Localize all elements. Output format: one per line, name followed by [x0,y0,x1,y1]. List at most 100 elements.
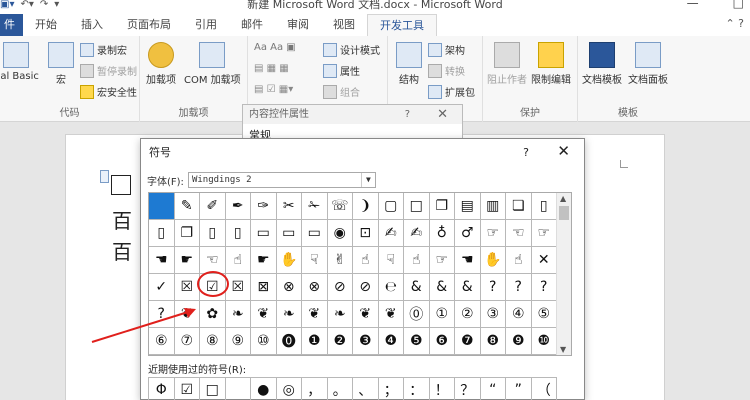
symbol-cell[interactable]: ▭ [251,220,277,247]
restrict-editing-button[interactable]: 限制编辑 [531,42,571,86]
tab-layout[interactable]: 页面布局 [115,14,183,36]
symbol-cell[interactable]: ☛ [174,247,200,274]
symbol-cell[interactable]: ? [531,274,557,301]
symbol-cell[interactable]: ✋ [276,247,302,274]
symbol-cell[interactable]: ▤ [455,193,481,220]
symbol-cell[interactable]: ⊠ [251,274,277,301]
scroll-up-icon[interactable]: ▲ [560,194,566,203]
symbol-cell[interactable]: ⓪ [404,301,430,328]
recent-symbol-cell[interactable]: ● [251,378,277,400]
symbol-cell[interactable]: ▭ [276,220,302,247]
addins-button[interactable]: 加载项 [146,42,176,86]
text-controls-row[interactable]: Aa Aa ▣ [254,42,296,53]
symbol-cell[interactable]: & [455,274,481,301]
symbol-cell[interactable]: ✎ [174,193,200,220]
symbol-cell[interactable]: ② [455,301,481,328]
symbol-cell[interactable]: ℮ [378,274,404,301]
recent-symbol-cell[interactable]: □ [200,378,226,400]
symbol-cell[interactable]: ? [480,274,506,301]
symbol-cell[interactable]: ✒ [225,193,251,220]
symbol-cell[interactable]: ✍ [378,220,404,247]
symbol-cell[interactable]: ☞ [480,220,506,247]
symbol-cell[interactable]: ✂ [276,193,302,220]
symbol-cell[interactable]: ☛ [251,247,277,274]
recent-symbol-cell[interactable]: ◎ [277,378,302,400]
symbol-cell[interactable]: ✌ [327,247,353,274]
symbol-cell[interactable]: ♁ [429,220,455,247]
macro-security-button[interactable]: 宏安全性 [80,84,137,99]
close-icon[interactable]: ✕ [557,138,570,165]
design-mode-button[interactable]: 设计模式 [323,42,380,57]
document-panel-button[interactable]: 文档面板 [628,42,668,86]
symbol-cell[interactable]: ❩ [353,193,379,220]
symbol-cell[interactable]: ① [429,301,455,328]
symbol-cell[interactable]: ▢ [378,193,404,220]
symbol-cell[interactable]: ❾ [506,328,532,355]
block-authors-button[interactable]: 阻止作者 [487,42,527,86]
content-control-handle[interactable] [100,170,109,183]
symbol-cell[interactable]: ❐ [429,193,455,220]
symbol-cell[interactable]: ❦ [353,301,379,328]
symbol-cell[interactable]: ☝ [353,247,379,274]
recent-symbol-cell[interactable]: ！ [430,378,455,400]
symbol-cell[interactable]: ❼ [455,328,481,355]
symbol-cell[interactable]: & [429,274,455,301]
symbol-cell[interactable]: ❦ [251,301,277,328]
symbol-cell[interactable]: ✕ [531,247,557,274]
symbol-cell[interactable]: ❸ [353,328,379,355]
symbol-cell[interactable]: ⑥ [149,328,175,355]
symbol-cell[interactable]: ☜ [506,220,532,247]
symbol-cell[interactable]: ☏ [327,193,353,220]
symbol-cell[interactable]: ❶ [302,328,328,355]
recent-symbol-cell[interactable]: ； [379,378,404,400]
symbol-cell[interactable]: ❦ [174,301,200,328]
symbol-cell[interactable]: ☝ [225,247,251,274]
tab-review[interactable]: 审阅 [275,14,321,36]
scroll-down-icon[interactable]: ▼ [560,345,566,354]
symbol-cell[interactable]: ❿ [531,328,557,355]
checkbox-content-control[interactable] [111,175,131,195]
symbol-cell[interactable]: ▭ [302,220,328,247]
symbol-cell[interactable]: ⊡ [353,220,379,247]
symbol-cell[interactable]: ❧ [276,301,302,328]
symbol-cell[interactable]: ✍ [404,220,430,247]
symbol-cell[interactable]: ⓿ [276,328,302,355]
symbol-cell[interactable]: ③ [480,301,506,328]
symbol-cell[interactable]: ❷ [327,328,353,355]
recent-symbol-cell[interactable]: 。 [328,378,353,400]
recent-symbol-cell[interactable]: ☑ [175,378,200,400]
group-button[interactable]: 组合 [323,84,360,99]
structure-button[interactable]: 结构 [396,42,422,86]
symbol-cell[interactable]: ⊗ [276,274,302,301]
recent-symbol-cell[interactable] [226,378,251,400]
symbol-cell[interactable]: ✑ [251,193,277,220]
symbol-cell[interactable]: ❽ [480,328,506,355]
symbol-cell[interactable]: ▯ [531,193,557,220]
symbol-cell[interactable]: ♂ [455,220,481,247]
symbol-cell[interactable]: ✿ [200,301,226,328]
tab-mailings[interactable]: 邮件 [229,14,275,36]
recent-symbol-cell[interactable]: Φ [149,378,175,400]
close-icon[interactable]: ✕ [437,105,448,124]
symbol-cell[interactable]: ⑧ [200,328,226,355]
symbol-cell[interactable]: ▥ [480,193,506,220]
symbol-cell[interactable]: ❦ [302,301,328,328]
macro-button[interactable]: 宏 [48,42,74,86]
scroll-thumb[interactable] [559,206,569,220]
recent-symbol-cell[interactable]: ： [404,378,430,400]
symbol-cell[interactable]: ⑨ [225,328,251,355]
symbol-cell[interactable]: ④ [506,301,532,328]
symbol-cell[interactable]: ⑤ [531,301,557,328]
properties-button[interactable]: 属性 [323,63,360,78]
visual-basic-button[interactable]: ual Basic [0,42,39,82]
tab-insert[interactable]: 插入 [69,14,115,36]
symbol-cell[interactable]: ◉ [327,220,353,247]
symbol-cell[interactable]: ☚ [149,247,175,274]
symbol-cell[interactable]: ❏ [506,193,532,220]
image-controls-row[interactable]: ▤ ▦ ▦ [254,63,289,74]
symbol-cell[interactable]: ✓ [149,274,175,301]
recent-symbol-cell[interactable]: ？ [455,378,481,400]
symbol-cell[interactable]: ▯ [200,220,226,247]
symbol-cell[interactable]: ❻ [429,328,455,355]
symbol-cell[interactable]: & [404,274,430,301]
